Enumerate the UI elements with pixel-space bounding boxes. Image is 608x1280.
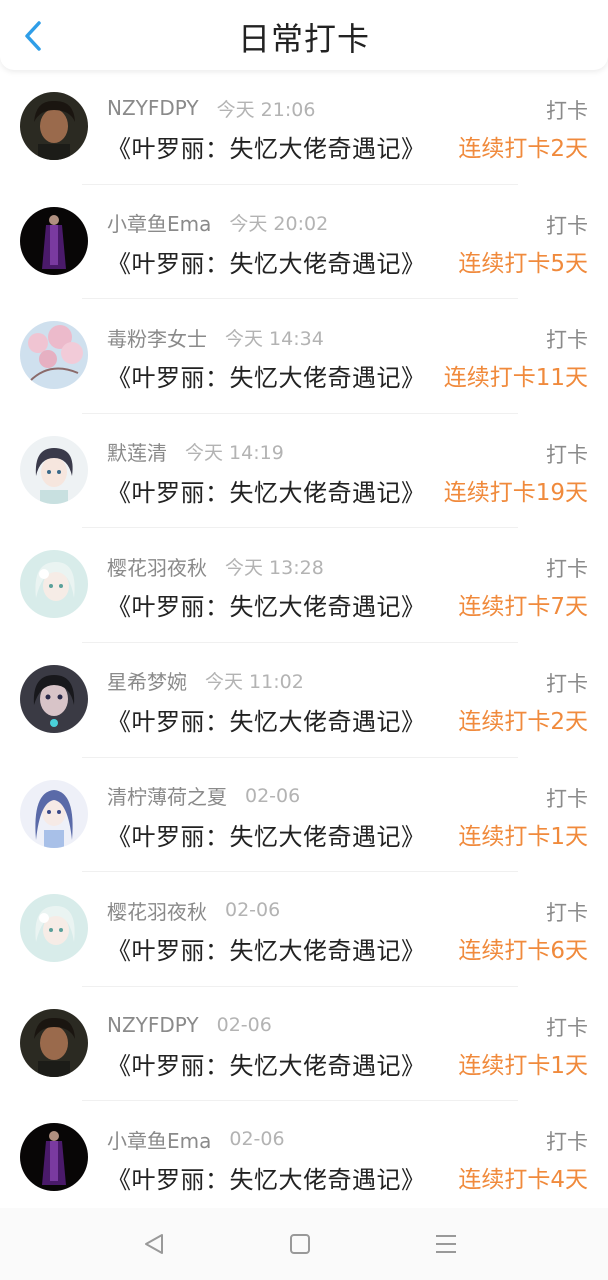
user-name[interactable]: 樱花羽夜秋	[107, 896, 207, 925]
checkin-label: 打卡	[546, 1130, 588, 1155]
book-title[interactable]: 《叶罗丽：失忆大佬奇遇记》	[107, 1160, 445, 1195]
user-name[interactable]: 小章鱼Ema	[107, 1125, 211, 1154]
nav-menu-button[interactable]	[428, 1226, 464, 1262]
avatar[interactable]	[20, 92, 88, 160]
avatar[interactable]	[20, 894, 88, 963]
streak-count: 连续打卡2天	[458, 708, 588, 735]
user-name[interactable]: 樱花羽夜秋	[107, 552, 207, 581]
avatar[interactable]	[20, 779, 88, 848]
checkin-time: 今天 13:28	[225, 556, 324, 579]
streak-count: 连续打卡19天	[443, 479, 588, 506]
nav-back-button[interactable]	[136, 1226, 172, 1262]
nav-home-button[interactable]	[282, 1226, 318, 1262]
user-name[interactable]: 清柠薄荷之夏	[107, 781, 227, 810]
avatar[interactable]	[20, 206, 88, 275]
book-title[interactable]: 《叶罗丽：失忆大佬奇遇记》	[107, 587, 445, 622]
user-name[interactable]: 毒粉李女士	[107, 323, 207, 352]
avatar[interactable]	[20, 1008, 88, 1077]
book-title[interactable]: 《叶罗丽：失忆大佬奇遇记》	[107, 473, 445, 508]
user-meta: NZYFDPY 今天 21:06	[107, 95, 315, 121]
book-title[interactable]: 《叶罗丽：失忆大佬奇遇记》	[107, 1046, 445, 1081]
book-title[interactable]: 《叶罗丽：失忆大佬奇遇记》	[107, 358, 445, 393]
checkin-label: 打卡	[546, 99, 588, 123]
checkin-time: 02-06	[229, 1128, 285, 1151]
checkin-label: 打卡	[546, 442, 588, 467]
streak-count: 连续打卡5天	[458, 250, 588, 277]
streak-count: 连续打卡2天	[458, 136, 588, 162]
avatar[interactable]	[20, 321, 88, 390]
checkin-label: 打卡	[546, 786, 588, 811]
book-title[interactable]: 《叶罗丽：失忆大佬奇遇记》	[107, 702, 445, 737]
checkin-label: 打卡	[546, 671, 588, 696]
streak-count: 连续打卡1天	[458, 1052, 588, 1079]
streak-count: 连续打卡6天	[458, 938, 588, 965]
checkin-row[interactable]: NZYFDPY 今天 21:06 打卡《叶罗丽：失忆大佬奇遇记》 连续打卡2天	[0, 70, 608, 185]
book-title[interactable]: 《叶罗丽：失忆大佬奇遇记》	[107, 931, 445, 966]
user-meta: 默莲清 今天 14:19	[107, 439, 284, 465]
avatar[interactable]	[20, 664, 88, 733]
checkin-time: 02-06	[245, 784, 301, 807]
checkin-time: 02-06	[225, 899, 281, 922]
user-meta: 毒粉李女士 今天 14:34	[107, 323, 324, 352]
streak-count: 连续打卡7天	[458, 594, 588, 621]
avatar[interactable]	[20, 1123, 88, 1192]
user-meta: 星希梦婉 今天 11:02	[107, 668, 304, 694]
top-bar: 日常打卡	[0, 0, 608, 70]
checkin-time: 02-06	[216, 1013, 272, 1036]
avatar[interactable]	[20, 550, 88, 619]
checkin-row[interactable]: 小章鱼Ema 02-06 打卡《叶罗丽：失忆大佬奇遇记》 连续打卡4天	[0, 1101, 608, 1216]
user-meta: NZYFDPY 02-06	[107, 1012, 272, 1038]
streak-count: 连续打卡1天	[458, 823, 588, 850]
home-square-icon	[290, 1234, 310, 1254]
streak-count: 连续打卡4天	[458, 1167, 588, 1194]
checkin-row[interactable]: 樱花羽夜秋 今天 13:28 打卡《叶罗丽：失忆大佬奇遇记》 连续打卡7天	[0, 528, 608, 643]
checkin-time: 今天 21:06	[216, 98, 316, 121]
user-name[interactable]: 默莲清	[107, 437, 167, 466]
checkin-row[interactable]: 默莲清 今天 14:19 打卡《叶罗丽：失忆大佬奇遇记》 连续打卡19天	[0, 414, 608, 529]
checkin-time: 今天 14:34	[225, 327, 324, 350]
checkin-label: 打卡	[546, 901, 588, 926]
book-title[interactable]: 《叶罗丽：失忆大佬奇遇记》	[107, 817, 445, 852]
checkin-row[interactable]: 清柠薄荷之夏 02-06 打卡《叶罗丽：失忆大佬奇遇记》 连续打卡1天	[0, 758, 608, 873]
checkin-list: NZYFDPY 今天 21:06 打卡 《叶罗丽：失忆大佬奇遇记》 连续打卡2天 小章鱼E…	[0, 70, 608, 1216]
user-meta: 小章鱼Ema 02-06	[107, 1125, 285, 1154]
checkin-row[interactable]: 樱花羽夜秋 02-06 打卡《叶罗丽：失忆大佬奇遇记》 连续打卡6天	[0, 872, 608, 987]
streak-count: 连续打卡11天	[443, 365, 588, 392]
user-meta: 樱花羽夜秋 今天 13:28	[107, 552, 324, 581]
checkin-row[interactable]: 小章鱼Ema 今天 20:02 打卡《叶罗丽：失忆大佬奇遇记》 连续打卡5天	[0, 185, 608, 300]
user-name[interactable]: 小章鱼Ema	[107, 208, 211, 237]
user-meta: 清柠薄荷之夏 02-06	[107, 781, 301, 810]
checkin-label: 打卡	[546, 1015, 588, 1040]
back-triangle-icon	[145, 1234, 163, 1254]
menu-lines-icon	[436, 1235, 456, 1253]
avatar[interactable]	[20, 435, 88, 504]
system-navigation-bar	[0, 1208, 608, 1280]
user-name[interactable]: NZYFDPY	[107, 96, 199, 120]
checkin-time: 今天 14:19	[185, 442, 284, 465]
user-meta: 樱花羽夜秋 02-06	[107, 896, 281, 925]
page-title: 日常打卡	[237, 20, 370, 58]
user-name[interactable]: 星希梦婉	[107, 666, 187, 695]
checkin-time: 今天 20:02	[229, 213, 329, 236]
checkin-label: 打卡	[546, 328, 588, 353]
checkin-time: 今天 11:02	[205, 671, 304, 694]
book-title[interactable]: 《叶罗丽：失忆大佬奇遇记》	[107, 129, 445, 164]
user-meta: 小章鱼Ema 今天 20:02	[107, 210, 328, 236]
user-name[interactable]: NZYFDPY	[107, 1013, 199, 1037]
book-title[interactable]: 《叶罗丽：失忆大佬奇遇记》	[107, 244, 445, 279]
checkin-row[interactable]: 星希梦婉 今天 11:02 打卡《叶罗丽：失忆大佬奇遇记》 连续打卡2天	[0, 643, 608, 758]
checkin-label: 打卡	[546, 557, 588, 582]
checkin-row[interactable]: 毒粉李女士 今天 14:34 打卡《叶罗丽：失忆大佬奇遇记》 连续打卡11天	[0, 299, 608, 414]
checkin-row[interactable]: NZYFDPY 02-06 打卡《叶罗丽：失忆大佬奇遇记》 连续打卡1天	[0, 987, 608, 1102]
checkin-label: 打卡	[546, 213, 588, 238]
